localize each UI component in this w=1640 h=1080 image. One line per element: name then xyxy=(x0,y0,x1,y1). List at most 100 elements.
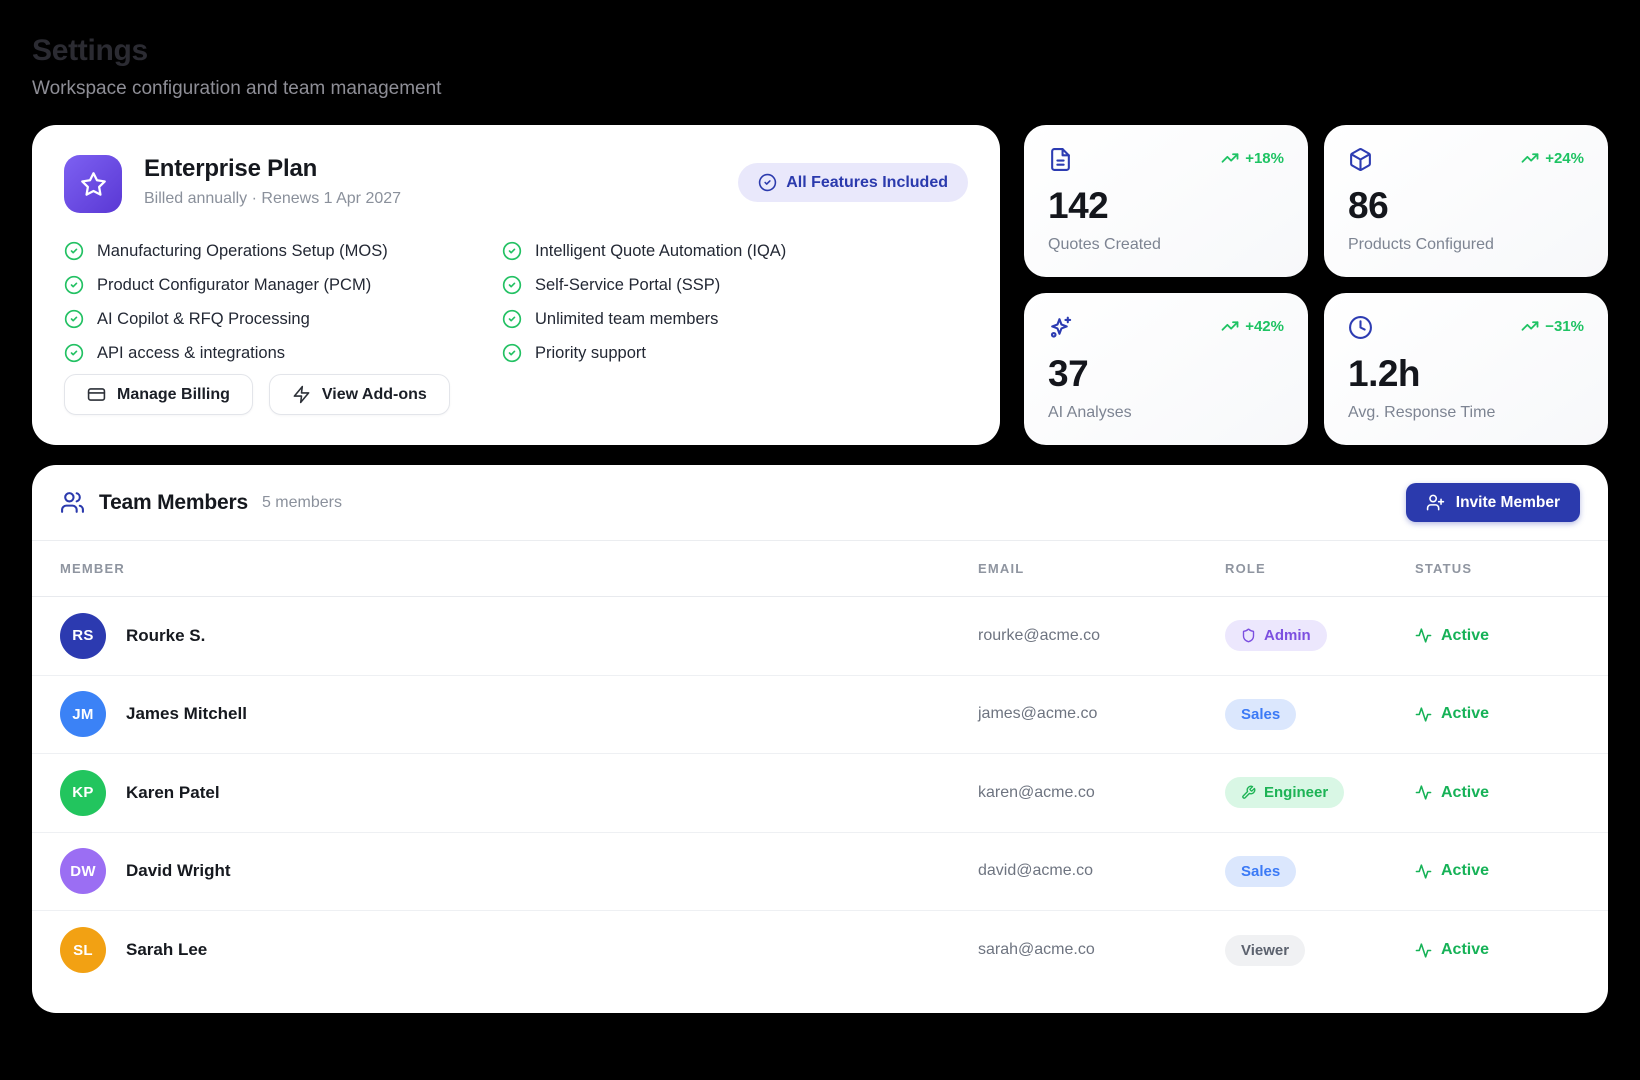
member-email: sarah@acme.co xyxy=(978,941,1225,959)
feature-item: Priority support xyxy=(502,343,968,363)
stat-label: Quotes Created xyxy=(1048,236,1284,254)
view-addons-label: View Add-ons xyxy=(322,386,427,404)
status-label: Active xyxy=(1441,784,1489,802)
column-header-email: EMAIL xyxy=(978,561,1225,576)
manage-billing-label: Manage Billing xyxy=(117,386,230,404)
view-addons-button[interactable]: View Add-ons xyxy=(269,374,450,415)
status-label: Active xyxy=(1441,705,1489,723)
role-label: Sales xyxy=(1241,863,1280,880)
member-name: David Wright xyxy=(126,861,231,881)
features-right-column: Intelligent Quote Automation (IQA) Self-… xyxy=(502,241,968,363)
check-circle-icon xyxy=(502,241,522,261)
activity-icon xyxy=(1415,706,1432,723)
team-header: Team Members 5 members Invite Member xyxy=(32,465,1608,540)
member-email: karen@acme.co xyxy=(978,784,1225,802)
trend-badge: +42% xyxy=(1221,317,1284,335)
team-member-count: 5 members xyxy=(262,494,342,512)
member-email: rourke@acme.co xyxy=(978,627,1225,645)
table-header-row: MEMBER EMAIL ROLE STATUS xyxy=(32,541,1608,597)
users-icon xyxy=(60,490,85,515)
status-label: Active xyxy=(1441,941,1489,959)
feature-item: AI Copilot & RFQ Processing xyxy=(64,309,502,329)
table-row: KP Karen Patel karen@acme.co Engineer Ac… xyxy=(32,754,1608,833)
stats-grid: +18% 142 Quotes Created +24% 86 P xyxy=(1024,125,1608,445)
trend-badge: −31% xyxy=(1521,317,1584,335)
stat-value: 1.2h xyxy=(1348,353,1584,395)
role-label: Viewer xyxy=(1241,942,1289,959)
column-header-member: MEMBER xyxy=(60,561,978,576)
plan-card: Enterprise Plan Billed annually · Renews… xyxy=(32,125,1000,445)
status-badge: Active xyxy=(1415,627,1580,645)
check-circle-icon xyxy=(64,343,84,363)
role-badge: Engineer xyxy=(1225,777,1344,808)
all-features-badge: All Features Included xyxy=(738,163,968,202)
top-row: Enterprise Plan Billed annually · Renews… xyxy=(32,125,1608,445)
status-badge: Active xyxy=(1415,941,1580,959)
stat-value: 86 xyxy=(1348,185,1584,227)
trend-value: +18% xyxy=(1245,150,1284,167)
feature-label: API access & integrations xyxy=(97,344,285,363)
feature-item: Self-Service Portal (SSP) xyxy=(502,275,968,295)
column-header-status: STATUS xyxy=(1415,561,1580,576)
clock-icon xyxy=(1348,315,1373,340)
trending-up-icon xyxy=(1221,317,1239,335)
role-label: Admin xyxy=(1264,627,1311,644)
package-icon xyxy=(1348,147,1373,172)
feature-label: Self-Service Portal (SSP) xyxy=(535,276,720,295)
stat-card-products-configured: +24% 86 Products Configured xyxy=(1324,125,1608,277)
team-title: Team Members xyxy=(99,491,248,515)
avatar: RS xyxy=(60,613,106,659)
check-circle-icon xyxy=(758,173,777,192)
invite-member-button[interactable]: Invite Member xyxy=(1406,483,1580,522)
check-circle-icon xyxy=(502,309,522,329)
stat-card-avg-response-time: −31% 1.2h Avg. Response Time xyxy=(1324,293,1608,445)
status-badge: Active xyxy=(1415,784,1580,802)
table-row: RS Rourke S. rourke@acme.co Admin Active xyxy=(32,597,1608,676)
feature-item: Manufacturing Operations Setup (MOS) xyxy=(64,241,502,261)
feature-label: AI Copilot & RFQ Processing xyxy=(97,310,310,329)
sparkles-icon xyxy=(1048,315,1073,340)
trend-value: −31% xyxy=(1545,318,1584,335)
activity-icon xyxy=(1415,942,1432,959)
member-email: david@acme.co xyxy=(978,862,1225,880)
trending-up-icon xyxy=(1221,149,1239,167)
credit-card-icon xyxy=(87,385,106,404)
table-row: DW David Wright david@acme.co Sales Acti… xyxy=(32,833,1608,912)
stat-value: 37 xyxy=(1048,353,1284,395)
plan-name: Enterprise Plan xyxy=(144,155,401,183)
zap-icon xyxy=(292,385,311,404)
member-name: Rourke S. xyxy=(126,626,205,646)
status-label: Active xyxy=(1441,862,1489,880)
invite-member-label: Invite Member xyxy=(1456,494,1560,512)
feature-item: Intelligent Quote Automation (IQA) xyxy=(502,241,968,261)
plan-actions: Manage Billing View Add-ons xyxy=(64,374,968,415)
check-circle-icon xyxy=(64,275,84,295)
table-row: SL Sarah Lee sarah@acme.co Viewer Active xyxy=(32,911,1608,990)
stat-card-quotes-created: +18% 142 Quotes Created xyxy=(1024,125,1308,277)
activity-icon xyxy=(1415,627,1432,644)
avatar: SL xyxy=(60,927,106,973)
stat-label: Avg. Response Time xyxy=(1348,404,1584,422)
stat-value: 142 xyxy=(1048,185,1284,227)
plan-header: Enterprise Plan Billed annually · Renews… xyxy=(64,155,968,213)
feature-label: Unlimited team members xyxy=(535,310,718,329)
activity-icon xyxy=(1415,784,1432,801)
trending-up-icon xyxy=(1521,149,1539,167)
file-text-icon xyxy=(1048,147,1073,172)
manage-billing-button[interactable]: Manage Billing xyxy=(64,374,253,415)
role-badge: Viewer xyxy=(1225,935,1305,966)
feature-label: Product Configurator Manager (PCM) xyxy=(97,276,371,295)
avatar: DW xyxy=(60,848,106,894)
team-members-card: Team Members 5 members Invite Member MEM… xyxy=(32,465,1608,1013)
check-circle-icon xyxy=(64,241,84,261)
status-label: Active xyxy=(1441,627,1489,645)
wrench-icon xyxy=(1241,785,1256,800)
table-row: JM James Mitchell james@acme.co Sales Ac… xyxy=(32,676,1608,755)
check-circle-icon xyxy=(64,309,84,329)
member-name: Karen Patel xyxy=(126,783,220,803)
check-circle-icon xyxy=(502,343,522,363)
settings-page: Settings Workspace configuration and tea… xyxy=(0,0,1640,1080)
star-icon xyxy=(64,155,122,213)
trend-value: +24% xyxy=(1545,150,1584,167)
role-badge: Sales xyxy=(1225,856,1296,887)
